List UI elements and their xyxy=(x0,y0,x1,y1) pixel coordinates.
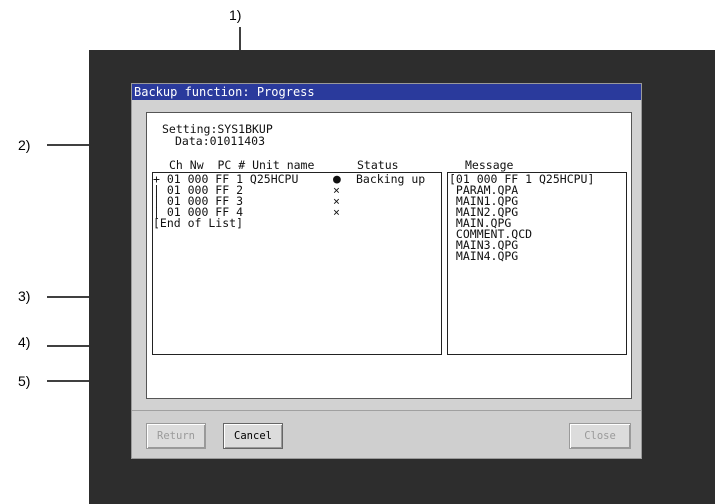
unit-list[interactable]: + 01 000 FF 1 Q25HCPU | 01 000 FF 2 | 01… xyxy=(152,172,442,355)
message-header: Message xyxy=(465,158,514,172)
button-bar xyxy=(132,410,641,458)
list-item[interactable]: [End of List] xyxy=(153,217,243,229)
data-label: Data:01011403 xyxy=(175,134,266,148)
message-list[interactable]: [01 000 FF 1 Q25HCPU] PARAM.QPA MAIN1.QP… xyxy=(447,172,627,355)
window-title: Backup function: Progress xyxy=(132,84,641,100)
status-text: Backing up xyxy=(356,172,426,186)
status-header: Status xyxy=(357,158,399,172)
callout-3: 3) xyxy=(18,288,31,304)
callout-4: 4) xyxy=(18,334,31,350)
close-button[interactable]: Close xyxy=(569,423,631,449)
message-line: MAIN4.QPG xyxy=(449,249,519,263)
callout-2: 2) xyxy=(18,137,31,153)
callout-1: 1) xyxy=(229,7,242,23)
pending-cross-icon: × xyxy=(333,205,340,219)
return-button[interactable]: Return xyxy=(146,423,206,449)
cancel-button[interactable]: Cancel xyxy=(223,423,283,449)
list-header: Ch Nw PC # Unit name xyxy=(169,158,315,172)
callout-5: 5) xyxy=(18,373,31,389)
